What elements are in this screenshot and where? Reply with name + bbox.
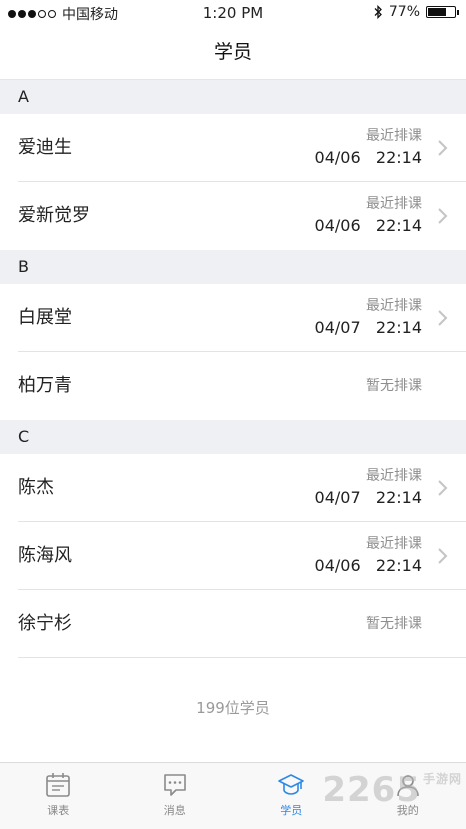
tab-label: 消息 (164, 802, 186, 818)
watermark-text: 2265 (322, 770, 421, 810)
schedule-date: 04/07 (315, 318, 361, 337)
schedule-date: 04/06 (315, 148, 361, 167)
chevron-right-icon (432, 478, 452, 498)
student-name: 徐宁杉 (18, 590, 72, 658)
graduation-cap-icon (277, 771, 305, 799)
student-row[interactable]: 爱新觉罗 最近排课 04/06 22:14 (18, 182, 466, 250)
tab-messages[interactable]: 消息 (117, 763, 234, 829)
status-right: 77% (373, 4, 456, 20)
student-row[interactable]: 陈杰 最近排课 04/07 22:14 (18, 454, 466, 522)
battery-percent: 77% (389, 4, 420, 20)
student-row[interactable]: 徐宁杉 暂无排课 (18, 590, 466, 658)
chevron-right-icon (432, 206, 452, 226)
student-row[interactable]: 柏万青 暂无排课 (18, 352, 466, 420)
tab-label: 课表 (47, 802, 69, 818)
student-name: 陈海风 (18, 522, 72, 590)
schedule-label: 最近排课 (315, 297, 422, 315)
calendar-icon (44, 771, 72, 799)
student-name: 陈杰 (18, 454, 54, 522)
schedule-label: 最近排课 (315, 127, 422, 145)
schedule-datetime: 04/07 22:14 (315, 487, 422, 509)
battery-icon (426, 6, 456, 18)
no-schedule-label: 暂无排课 (366, 352, 422, 420)
student-row[interactable]: 陈海风 最近排课 04/06 22:14 (18, 522, 466, 590)
schedule-time: 22:14 (376, 488, 422, 507)
status-bar: 中国移动 1:20 PM 77% (0, 0, 466, 26)
schedule-info: 最近排课 04/07 22:14 (315, 467, 422, 509)
student-name: 爱新觉罗 (18, 182, 90, 250)
schedule-info: 最近排课 04/06 22:14 (315, 195, 422, 237)
schedule-label: 最近排课 (315, 467, 422, 485)
bluetooth-icon (373, 5, 383, 19)
tab-schedule[interactable]: 课表 (0, 763, 117, 829)
chevron-right-icon (432, 138, 452, 158)
schedule-label: 最近排课 (315, 535, 422, 553)
no-schedule-label: 暂无排课 (366, 590, 422, 658)
student-name: 爱迪生 (18, 114, 72, 182)
student-count: 199位学员 (0, 697, 466, 718)
schedule-datetime: 04/06 22:14 (315, 215, 422, 237)
schedule-info: 最近排课 04/06 22:14 (315, 127, 422, 169)
schedule-date: 04/06 (315, 556, 361, 575)
chevron-right-icon (432, 308, 452, 328)
tab-label: 学员 (280, 802, 302, 818)
section-header-c: C (0, 420, 466, 454)
schedule-time: 22:14 (376, 216, 422, 235)
student-name: 柏万青 (18, 352, 72, 420)
watermark-logo: 2265手游网 (322, 770, 462, 810)
schedule-info: 最近排课 04/06 22:14 (315, 535, 422, 577)
schedule-datetime: 04/07 22:14 (315, 317, 422, 339)
chat-bubble-icon (161, 771, 189, 799)
watermark-sub: 手游网 (423, 772, 462, 786)
schedule-time: 22:14 (376, 556, 422, 575)
student-name: 白展堂 (18, 284, 72, 352)
student-row[interactable]: 白展堂 最近排课 04/07 22:14 (18, 284, 466, 352)
student-list: A 爱迪生 最近排课 04/06 22:14 爱新觉罗 最近排课 04/06 2… (0, 80, 466, 658)
chevron-right-icon (432, 546, 452, 566)
page-title: 学员 (0, 26, 466, 79)
schedule-time: 22:14 (376, 148, 422, 167)
schedule-date: 04/06 (315, 216, 361, 235)
student-row[interactable]: 爱迪生 最近排课 04/06 22:14 (18, 114, 466, 182)
schedule-time: 22:14 (376, 318, 422, 337)
schedule-datetime: 04/06 22:14 (315, 555, 422, 577)
nav-bar: 学员 (0, 26, 466, 80)
section-header-a: A (0, 80, 466, 114)
schedule-label: 最近排课 (315, 195, 422, 213)
schedule-date: 04/07 (315, 488, 361, 507)
schedule-info: 最近排课 04/07 22:14 (315, 297, 422, 339)
section-header-b: B (0, 250, 466, 284)
schedule-datetime: 04/06 22:14 (315, 147, 422, 169)
